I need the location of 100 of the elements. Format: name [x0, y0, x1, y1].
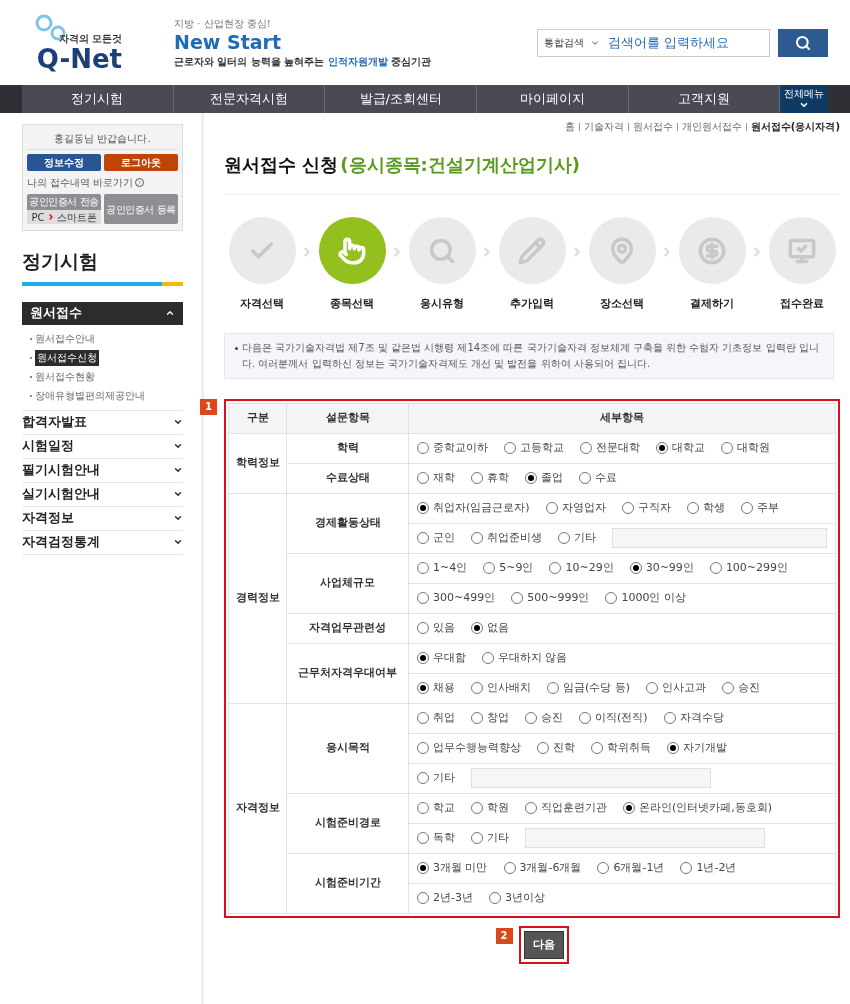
radio-button[interactable] — [667, 742, 679, 754]
radio-button[interactable] — [417, 622, 429, 634]
radio-button[interactable] — [471, 472, 483, 484]
radio-button[interactable] — [579, 712, 591, 724]
radio-button[interactable] — [646, 682, 659, 694]
step-label: 추가입력 — [510, 296, 554, 312]
radio-button[interactable] — [417, 682, 429, 694]
radio-label: 취업준비생 — [487, 529, 542, 546]
breadcrumb-link[interactable]: 홈 — [564, 119, 575, 134]
radio-button[interactable] — [471, 832, 483, 844]
radio-button[interactable] — [686, 502, 699, 514]
text-field[interactable] — [612, 528, 827, 548]
search-field[interactable]: 통합검색 검색어를 입력하세요 — [537, 28, 770, 57]
edit-info-button[interactable]: 정보수정 — [27, 154, 101, 171]
radio-label: 수료 — [595, 469, 617, 486]
radio-button[interactable] — [503, 862, 516, 874]
menu-item[interactable]: 필기시험안내 — [22, 458, 183, 483]
menu-item[interactable]: 실기시험안내 — [22, 482, 183, 507]
next-button[interactable]: 다음 — [523, 930, 564, 959]
radio-button[interactable] — [721, 442, 733, 454]
radio-button[interactable] — [417, 592, 429, 604]
radio-button[interactable] — [709, 562, 722, 574]
menu-item[interactable]: 시험일정 — [22, 434, 183, 459]
radio-button[interactable] — [417, 862, 429, 874]
table-cell: 경제활동상태 — [286, 493, 409, 553]
radio-button[interactable] — [482, 652, 494, 664]
radio-button[interactable] — [417, 502, 429, 514]
radio-label: 업무수행능력향상 — [433, 739, 521, 756]
radio-button[interactable] — [417, 532, 429, 544]
radio-button[interactable] — [471, 682, 483, 694]
radio-button[interactable] — [525, 712, 537, 724]
breadcrumb-link[interactable]: 원서접수(응시자격) — [750, 119, 840, 134]
radio-label: 휴학 — [487, 469, 509, 486]
breadcrumb-link[interactable]: 개인원서접수 — [681, 119, 742, 134]
search-scope-dropdown[interactable]: 통합검색 — [544, 35, 600, 50]
radio-button[interactable] — [740, 502, 753, 514]
menu-item[interactable]: 자격정보 — [22, 506, 183, 531]
radio-button[interactable] — [623, 802, 635, 814]
radio-button[interactable] — [549, 562, 562, 574]
text-field[interactable] — [471, 768, 711, 788]
submenu-item[interactable]: 원서접수현황 — [35, 368, 95, 385]
radio-button[interactable] — [537, 742, 549, 754]
radio-button[interactable] — [417, 562, 429, 574]
radio-button[interactable] — [417, 802, 429, 814]
nav-item[interactable]: 발급/조회센터 — [325, 85, 478, 113]
radio-button[interactable] — [558, 532, 570, 544]
all-menu-button[interactable]: 전체메뉴 — [780, 85, 828, 113]
radio-button[interactable] — [591, 742, 603, 754]
submenu-item[interactable]: 장애유형별편의제공안내 — [35, 387, 145, 404]
radio-button[interactable] — [417, 442, 429, 454]
radio-label: 우대함 — [433, 649, 466, 666]
radio-button[interactable] — [417, 712, 429, 724]
step-label: 접수완료 — [780, 296, 824, 312]
radio-label: 100~299인 — [725, 559, 789, 576]
radio-button[interactable] — [629, 562, 642, 574]
menu-item[interactable]: 자격검정통계 — [22, 530, 183, 555]
logout-button[interactable]: 로그아웃 — [104, 154, 178, 171]
radio-button[interactable] — [580, 442, 592, 454]
menu-item[interactable]: 원서접수 — [22, 301, 183, 325]
radio-button[interactable] — [488, 892, 501, 904]
text-field[interactable] — [525, 828, 765, 848]
radio-button[interactable] — [471, 532, 483, 544]
cert-send-button[interactable]: 공인인증서 전송 PC 스마트폰 — [27, 194, 101, 224]
radio-button[interactable] — [417, 772, 429, 784]
radio-button[interactable] — [504, 442, 516, 454]
radio-button[interactable] — [597, 862, 610, 874]
radio-button[interactable] — [545, 502, 558, 514]
breadcrumb-link[interactable]: 기술자격 — [583, 119, 624, 134]
radio-button[interactable] — [483, 562, 496, 574]
radio-label: 취업자(임금근로자) — [433, 499, 530, 516]
search-button[interactable] — [778, 28, 828, 57]
radio-button[interactable] — [471, 712, 483, 724]
submenu-item[interactable]: 원서접수신청 — [35, 349, 99, 366]
radio-button[interactable] — [471, 622, 483, 634]
radio-button[interactable] — [417, 832, 429, 844]
radio-button[interactable] — [722, 682, 735, 694]
radio-button[interactable] — [525, 472, 537, 484]
radio-button[interactable] — [656, 442, 668, 454]
submenu-item[interactable]: 원서접수안내 — [35, 330, 95, 347]
history-link[interactable]: 나의 접수내역 바로가기 — [27, 175, 178, 190]
breadcrumb-link[interactable]: 원서접수 — [632, 119, 673, 134]
radio-button[interactable] — [417, 892, 429, 904]
nav-item[interactable]: 고객지원 — [628, 85, 781, 113]
radio-button[interactable] — [663, 712, 676, 724]
nav-item[interactable]: 전문자격시험 — [173, 85, 326, 113]
nav-item[interactable]: 정기시험 — [22, 85, 174, 113]
menu-item[interactable]: 합격자발표 — [22, 410, 183, 435]
radio-button[interactable] — [525, 802, 537, 814]
radio-button[interactable] — [680, 862, 693, 874]
radio-button[interactable] — [547, 682, 559, 694]
nav-item[interactable]: 마이페이지 — [477, 85, 629, 113]
radio-button[interactable] — [579, 472, 591, 484]
radio-button[interactable] — [621, 502, 634, 514]
radio-button[interactable] — [605, 592, 618, 604]
radio-button[interactable] — [417, 652, 429, 664]
pc-label: PC — [31, 210, 45, 225]
radio-button[interactable] — [511, 592, 524, 604]
radio-button[interactable] — [471, 802, 483, 814]
radio-button[interactable] — [417, 472, 429, 484]
radio-button[interactable] — [417, 742, 429, 754]
